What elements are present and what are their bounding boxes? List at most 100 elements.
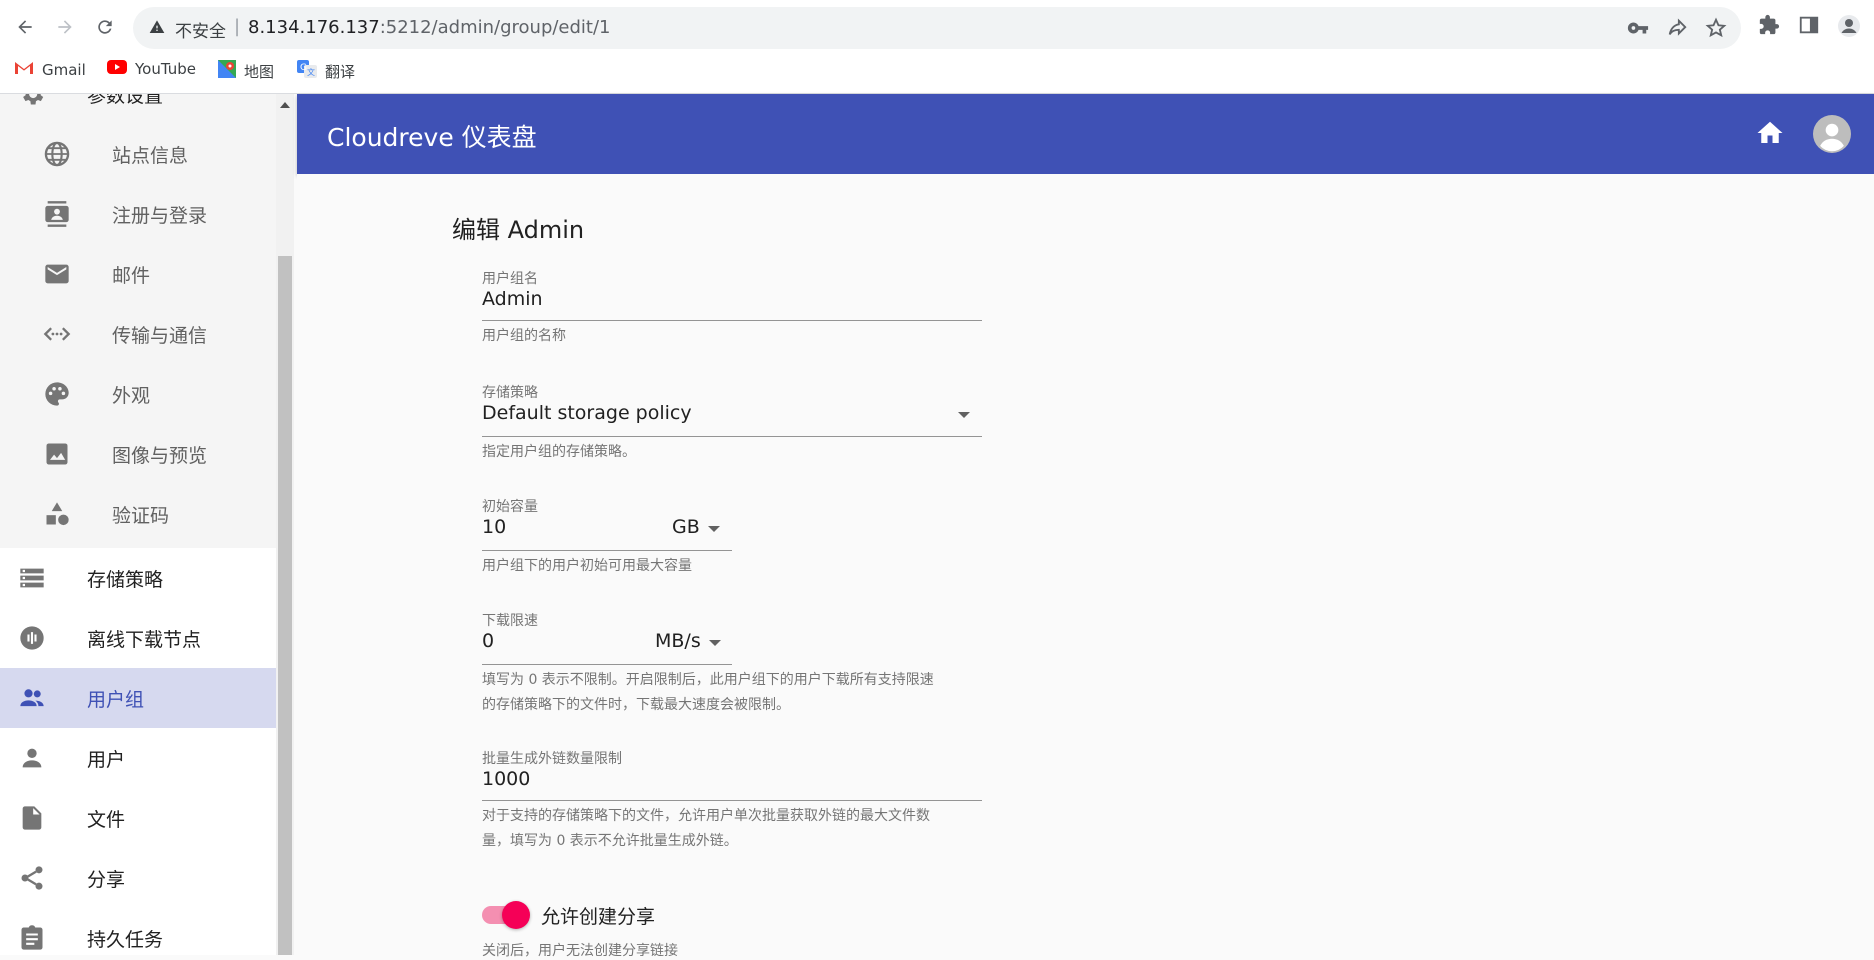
address-bar[interactable]: 不安全 | 8.134.176.137:5212/admin/group/edi… xyxy=(133,7,1741,49)
svg-text:文: 文 xyxy=(307,67,315,77)
bookmark-label: 翻译 xyxy=(325,62,356,81)
app-title: Cloudreve 仪表盘 xyxy=(327,123,537,152)
chevron-down-icon[interactable] xyxy=(709,640,721,646)
assignment-icon xyxy=(18,924,46,952)
helper-text: 用户组的名称 xyxy=(482,328,566,344)
sidebar-item-label: 用户组 xyxy=(87,688,145,711)
sidebar-item-captcha[interactable]: 验证码 xyxy=(0,484,276,544)
field-label: 批量生成外链数量限制 xyxy=(482,751,622,767)
input-underline xyxy=(482,550,732,551)
admin-sidebar: 参数设置 站点信息 注册与登录 邮件 传输与通信 外观 图像与预览 验证码 存储… xyxy=(0,94,276,955)
sidebar-item-download-nodes[interactable]: 离线下载节点 xyxy=(0,608,276,668)
sidebar-scrollbar[interactable] xyxy=(276,94,294,955)
sidebar-item-settings[interactable]: 参数设置 xyxy=(0,94,276,124)
url-text[interactable]: 8.134.176.137:5212/admin/group/edit/1 xyxy=(248,17,611,38)
group-name-input[interactable]: Admin xyxy=(482,288,543,310)
input-underline xyxy=(482,800,982,801)
switch-thumb[interactable] xyxy=(502,901,530,929)
insecure-label[interactable]: 不安全 xyxy=(175,17,226,42)
helper-text: 填写为 0 表示不限制。开启限制后，此用户组下的用户下载所有支持限速 的存储策略… xyxy=(482,668,1002,718)
youtube-icon xyxy=(107,60,127,78)
globe-icon xyxy=(43,140,71,168)
reload-icon[interactable] xyxy=(90,12,120,42)
sidebar-item-mail[interactable]: 邮件 xyxy=(0,244,276,304)
bookmark-gmail[interactable]: Gmail xyxy=(14,60,86,80)
shapes-icon xyxy=(43,500,71,528)
group-icon xyxy=(18,684,46,712)
bookmarks-bar: Gmail YouTube 地图 G文 翻译 xyxy=(0,56,1874,86)
back-icon[interactable] xyxy=(10,12,40,42)
sidebar-item-label: 外观 xyxy=(112,384,151,407)
sidebar-item-site-info[interactable]: 站点信息 xyxy=(0,124,276,184)
bookmark-translate[interactable]: G文 翻译 xyxy=(297,60,355,82)
forward-icon[interactable] xyxy=(50,12,80,42)
scroll-thumb[interactable] xyxy=(278,256,292,955)
sidebar-item-label: 离线下载节点 xyxy=(87,628,202,651)
download-limit-input[interactable]: 0 xyxy=(482,630,494,652)
file-icon xyxy=(18,804,46,832)
url-host: 8.134.176.137 xyxy=(248,17,380,38)
profile-icon[interactable] xyxy=(1837,14,1861,38)
bookmark-label: 地图 xyxy=(244,62,275,81)
address-separator: | xyxy=(234,16,241,37)
sidebar-item-label: 验证码 xyxy=(112,504,170,527)
speed-unit-select[interactable]: MB/s xyxy=(655,630,701,652)
bookmark-label: YouTube xyxy=(135,60,196,78)
field-label: 下载限速 xyxy=(482,613,538,629)
field-label: 初始容量 xyxy=(482,499,538,515)
sidebar-item-image-preview[interactable]: 图像与预览 xyxy=(0,424,276,484)
allow-share-label[interactable]: 允许创建分享 xyxy=(541,902,655,929)
sidebar-item-label: 存储策略 xyxy=(87,568,164,591)
warning-icon xyxy=(149,19,165,39)
sidebar-item-label: 文件 xyxy=(87,808,126,831)
sidebar-item-tasks[interactable]: 持久任务 xyxy=(0,908,276,955)
extensions-icon[interactable] xyxy=(1758,14,1782,38)
sidebar-item-users[interactable]: 用户 xyxy=(0,728,276,788)
chevron-down-icon[interactable] xyxy=(708,526,720,532)
download-node-icon xyxy=(18,624,46,652)
sidebar-item-label: 参数设置 xyxy=(87,94,164,107)
capacity-unit-select[interactable]: GB xyxy=(672,516,700,538)
sidebar-item-transfer[interactable]: 传输与通信 xyxy=(0,304,276,364)
sidebar-item-appearance[interactable]: 外观 xyxy=(0,364,276,424)
storage-policy-select[interactable]: Default storage policy xyxy=(482,402,982,432)
bookmark-maps[interactable]: 地图 xyxy=(218,60,274,82)
image-icon xyxy=(43,440,71,468)
storage-icon xyxy=(18,564,46,592)
sidebar-item-user-groups[interactable]: 用户组 xyxy=(0,668,276,728)
code-arrows-icon xyxy=(43,320,71,348)
contacts-icon xyxy=(43,200,71,228)
download-limit-field: 下载限速 0 MB/s 填写为 0 表示不限制。开启限制后，此用户组下的用户下载… xyxy=(482,610,982,720)
chevron-down-icon[interactable] xyxy=(958,412,970,418)
helper-line: 量，填写为 0 表示不允许批量生成外链。 xyxy=(482,833,738,849)
capacity-input[interactable]: 10 xyxy=(482,516,506,538)
browser-toolbar: 不安全 | 8.134.176.137:5212/admin/group/edi… xyxy=(0,0,1874,54)
share-page-icon[interactable] xyxy=(1666,17,1688,39)
sidebar-item-label: 用户 xyxy=(87,748,126,771)
sidebar-item-label: 传输与通信 xyxy=(112,324,208,347)
svg-text:G: G xyxy=(300,63,307,73)
helper-text: 用户组下的用户初始可用最大容量 xyxy=(482,558,692,574)
helper-text: 关闭后，用户无法创建分享链接 xyxy=(482,943,678,959)
app-bar: Cloudreve 仪表盘 xyxy=(297,94,1874,174)
scroll-up-arrow[interactable] xyxy=(280,102,290,108)
sidebar-item-shares[interactable]: 分享 xyxy=(0,848,276,908)
sidebar-item-register-login[interactable]: 注册与登录 xyxy=(0,184,276,244)
sidebar-item-label: 注册与登录 xyxy=(112,204,208,227)
translate-icon: G文 xyxy=(297,60,317,82)
home-icon[interactable] xyxy=(1755,118,1785,148)
bookmark-star-icon[interactable] xyxy=(1705,17,1727,39)
share-icon xyxy=(18,864,46,892)
key-icon[interactable] xyxy=(1627,17,1649,39)
maps-icon xyxy=(218,60,236,82)
helper-line: 填写为 0 表示不限制。开启限制后，此用户组下的用户下载所有支持限速 xyxy=(482,672,934,688)
storage-policy-field: 存储策略 Default storage policy 指定用户组的存储策略。 xyxy=(482,382,982,482)
bookmark-youtube[interactable]: YouTube xyxy=(107,60,196,78)
sidebar-item-storage-policy[interactable]: 存储策略 xyxy=(0,548,276,608)
sidebar-item-files[interactable]: 文件 xyxy=(0,788,276,848)
field-label: 存储策略 xyxy=(482,385,538,401)
batch-link-limit-input[interactable]: 1000 xyxy=(482,768,530,790)
helper-text: 对于支持的存储策略下的文件，允许用户单次批量获取外链的最大文件数 量，填写为 0… xyxy=(482,804,1002,854)
side-panel-icon[interactable] xyxy=(1798,14,1822,38)
avatar[interactable] xyxy=(1813,115,1851,153)
